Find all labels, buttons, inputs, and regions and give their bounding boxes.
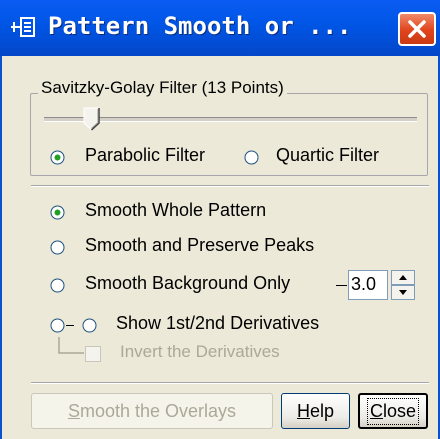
parabolic-filter-radio[interactable]: [50, 150, 65, 165]
spin-connector-line: [336, 285, 347, 286]
parabolic-filter-label[interactable]: Parabolic Filter: [85, 145, 205, 166]
title-bar[interactable]: Pattern Smooth or ...: [0, 0, 440, 56]
close-label: lose: [382, 400, 417, 421]
smooth-preserve-peaks-radio[interactable]: [50, 240, 65, 255]
pattern-smooth-dialog: Pattern Smooth or ... Savitzky-Golay Fil…: [0, 0, 440, 439]
app-icon: [11, 17, 35, 37]
invert-derivatives-checkbox[interactable]: [85, 346, 101, 362]
derivative-radio-1[interactable]: [50, 318, 65, 333]
close-mnemonic: C: [369, 400, 383, 421]
smooth-preserve-peaks-label[interactable]: Smooth and Preserve Peaks: [85, 235, 314, 256]
smooth-overlays-label: mooth the Overlays: [79, 400, 237, 421]
filter-group-label: Savitzky-Golay Filter (13 Points): [38, 78, 287, 98]
derivative-radio-2[interactable]: [82, 318, 97, 333]
help-label: elp: [309, 400, 335, 421]
background-value-input[interactable]: 3.0: [348, 270, 388, 300]
smooth-background-only-radio[interactable]: [50, 278, 65, 293]
close-button[interactable]: Close: [358, 393, 428, 429]
smooth-whole-pattern-radio[interactable]: [50, 205, 65, 220]
smooth-overlays-mnemonic: S: [67, 400, 80, 421]
button-divider: [31, 382, 429, 384]
help-mnemonic: H: [296, 400, 310, 421]
quartic-filter-radio[interactable]: [244, 150, 259, 165]
window-close-button[interactable]: [398, 12, 436, 46]
tree-connector-icon: [58, 337, 84, 354]
smooth-overlays-button[interactable]: Smooth the Overlays: [31, 393, 273, 429]
show-derivatives-label[interactable]: Show 1st/2nd Derivatives: [116, 313, 319, 334]
window-title: Pattern Smooth or ...: [48, 12, 352, 40]
smooth-background-only-label[interactable]: Smooth Background Only: [85, 273, 290, 294]
close-icon: [408, 20, 426, 38]
help-button[interactable]: Help: [281, 393, 350, 429]
section-divider: [31, 185, 429, 187]
invert-derivatives-label: Invert the Derivatives: [120, 342, 280, 361]
filter-slider-thumb[interactable]: [83, 107, 101, 131]
quartic-filter-label[interactable]: Quartic Filter: [276, 145, 379, 166]
derivative-connector-line: [66, 325, 74, 326]
background-value-spinner[interactable]: [391, 270, 415, 300]
smooth-whole-pattern-label[interactable]: Smooth Whole Pattern: [85, 200, 266, 221]
